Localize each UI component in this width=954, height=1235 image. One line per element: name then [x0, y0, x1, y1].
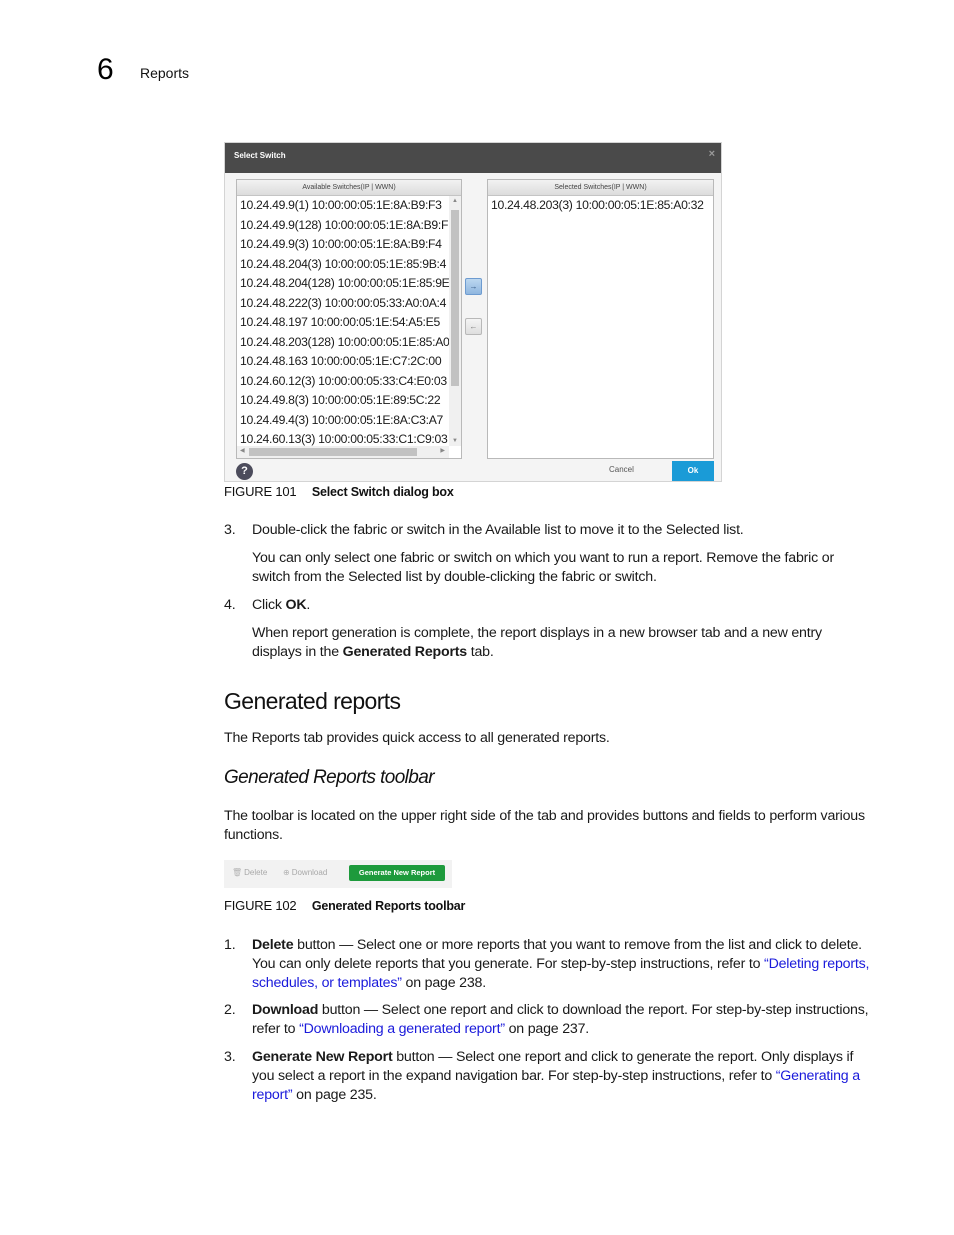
switch-list-item[interactable]: 10.24.48.163 10:00:00:05:1E:C7:2C:00 [237, 352, 449, 372]
download-label: Download [291, 868, 328, 877]
delete-label: Delete [244, 868, 268, 877]
step-note: When report generation is complete, the … [252, 624, 874, 662]
step-text: Click OK. [252, 596, 874, 615]
switch-list-item[interactable]: 10.24.48.204(128) 10:00:00:05:1E:85:9E [237, 274, 449, 294]
step-item: 3. Double-click the fabric or switch in … [224, 521, 874, 540]
scroll-left-arrow-icon[interactable]: ◀ [240, 447, 245, 454]
chapter-title: Reports [140, 65, 190, 81]
figure-title: Select Switch dialog box [311, 485, 454, 499]
move-to-selected-button[interactable]: → [465, 278, 482, 295]
step-number: 3. [224, 1049, 236, 1065]
ui-term: Download [252, 1002, 319, 1018]
delete-button[interactable]: 🗑 Delete [232, 868, 267, 877]
ui-term: Generate New Report [252, 1049, 393, 1065]
switch-list-item[interactable]: 10.24.49.4(3) 10:00:00:05:1E:8A:C3:A7 [237, 411, 449, 431]
subsection-intro: The toolbar is located on the upper righ… [224, 808, 865, 843]
step-item: 4. Click OK. [224, 596, 874, 615]
step-number: 1. [224, 937, 236, 953]
move-to-available-button[interactable]: ← [465, 318, 482, 335]
switch-list-item[interactable]: 10.24.49.9(1) 10:00:00:05:1E:8A:B9:F3 [237, 196, 449, 216]
figure-label: FIGURE 101 [224, 484, 297, 499]
ui-term: Delete [252, 937, 294, 953]
switch-list-item[interactable]: 10.24.48.203(128) 10:00:00:05:1E:85:A0 [237, 333, 449, 353]
selected-switches-header: Selected Switches(IP | WWN) [488, 180, 713, 196]
cross-reference-link[interactable]: “Downloading a generated report” [299, 1021, 505, 1037]
switch-list-item[interactable]: 10.24.48.197 10:00:00:05:1E:54:A5:E5 [237, 313, 449, 333]
text: . [306, 597, 311, 613]
generated-reports-toolbar: 🗑 Delete ⊕ Download Generate New Report [224, 860, 452, 888]
switch-list-item[interactable]: 10.24.60.12(3) 10:00:00:05:33:C4:E0:03 [237, 372, 449, 392]
switch-list-item[interactable]: 10.24.49.8(3) 10:00:00:05:1E:89:5C:22 [237, 391, 449, 411]
switch-list-item[interactable]: 10.24.48.204(3) 10:00:00:05:1E:85:9B:4 [237, 255, 449, 275]
available-switches-list[interactable]: Available Switches(IP | WWN) 10.24.49.9(… [236, 179, 462, 459]
selected-switches-body: 10.24.48.203(3) 10:00:00:05:1E:85:A0:32 [488, 196, 713, 458]
text: on page 238. [401, 975, 487, 991]
section-intro: The Reports tab provides quick access to… [224, 730, 610, 746]
ui-term: Generated Reports [342, 644, 468, 660]
toolbar-item: 1. Delete button — Select one or more re… [224, 936, 874, 993]
step-text: Generate New Report button — Select one … [252, 1048, 874, 1105]
switch-list-item[interactable]: 10.24.60.13(3) 10:00:00:05:33:C1:C9:03 [237, 430, 449, 446]
text: When report generation is complete, the … [252, 625, 822, 660]
step-text: Download button — Select one report and … [252, 1001, 874, 1039]
ok-button[interactable]: Ok [672, 461, 714, 481]
dialog-title: Select Switch [234, 151, 286, 160]
step-number: 3. [224, 522, 236, 538]
switch-list-item[interactable]: 10.24.49.9(3) 10:00:00:05:1E:8A:B9:F4 [237, 235, 449, 255]
step-text: Double-click the fabric or switch in the… [252, 522, 744, 538]
text: on page 235. [292, 1087, 377, 1103]
switch-list-item[interactable]: 10.24.48.203(3) 10:00:00:05:1E:85:A0:32 [488, 196, 713, 216]
cancel-button[interactable]: Cancel [609, 465, 634, 474]
scroll-down-arrow-icon[interactable]: ▼ [449, 438, 461, 444]
close-icon[interactable]: × [709, 148, 715, 160]
available-switches-body: 10.24.49.9(1) 10:00:00:05:1E:8A:B9:F3 10.… [237, 196, 449, 446]
available-switches-header: Available Switches(IP | WWN) [237, 180, 461, 196]
horizontal-scrollbar[interactable]: ◀ ▶ [237, 446, 449, 458]
scrollbar-thumb[interactable] [451, 210, 459, 386]
figure-102-caption: FIGURE 102 Generated Reports toolbar [224, 898, 465, 913]
text: Click [252, 597, 286, 613]
dialog-header: Select Switch × [225, 143, 721, 173]
step-note: You can only select one fabric or switch… [252, 550, 834, 585]
select-switch-dialog: Select Switch × Available Switches(IP | … [224, 142, 722, 482]
text: tab. [466, 644, 494, 660]
scroll-right-arrow-icon[interactable]: ▶ [440, 447, 445, 454]
figure-label: FIGURE 102 [224, 898, 297, 913]
toolbar-item: 3. Generate New Report button — Select o… [224, 1048, 874, 1105]
download-button[interactable]: ⊕ Download [283, 868, 327, 877]
subsection-heading: Generated Reports toolbar [224, 767, 435, 788]
text: on page 237. [504, 1021, 590, 1037]
step-text: Delete button — Select one or more repor… [252, 936, 874, 993]
switch-list-item[interactable]: 10.24.48.222(3) 10:00:00:05:33:A0:0A:4 [237, 294, 449, 314]
trash-icon: 🗑 [232, 868, 243, 877]
download-icon: ⊕ [283, 868, 290, 877]
section-heading: Generated reports [224, 688, 401, 714]
switch-list-item[interactable]: 10.24.49.9(128) 10:00:00:05:1E:8A:B9:F [237, 216, 449, 236]
figure-101-caption: FIGURE 101 Select Switch dialog box [224, 484, 454, 499]
step-number: 4. [224, 597, 236, 613]
selected-switches-list[interactable]: Selected Switches(IP | WWN) 10.24.48.203… [487, 179, 714, 459]
toolbar-item: 2. Download button — Select one report a… [224, 1001, 874, 1039]
help-icon[interactable]: ? [236, 463, 253, 480]
ui-term: OK [285, 597, 307, 613]
chapter-number: 6 [97, 53, 114, 86]
vertical-scrollbar[interactable]: ▲ ▼ [449, 196, 461, 446]
figure-title: Generated Reports toolbar [311, 899, 466, 913]
generate-new-report-button[interactable]: Generate New Report [349, 865, 445, 881]
step-number: 2. [224, 1002, 236, 1018]
scroll-up-arrow-icon[interactable]: ▲ [449, 198, 461, 204]
scrollbar-thumb[interactable] [249, 448, 417, 456]
